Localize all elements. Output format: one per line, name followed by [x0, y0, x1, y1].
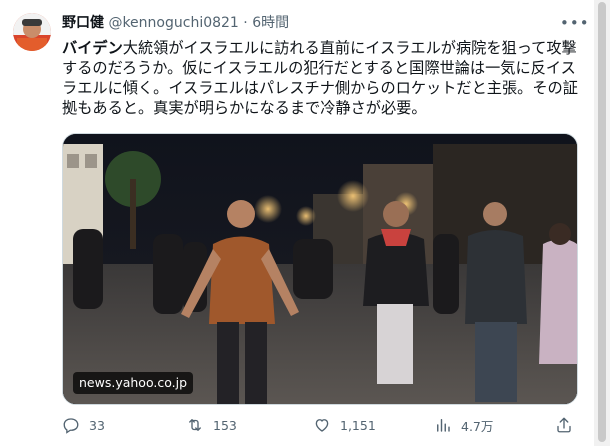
action-bar: 33 153 1,151 4.7万	[62, 414, 578, 436]
reply-count: 33	[89, 417, 105, 433]
media-photo	[63, 134, 577, 404]
retweet-button[interactable]: 153	[186, 414, 237, 436]
views-button[interactable]: 4.7万	[434, 414, 493, 436]
more-icon[interactable]: •••	[560, 13, 589, 33]
scrollbar[interactable]	[594, 0, 610, 446]
tweet-text: バイデン大統領がイスラエルに訪れる直前にイスラエルが病院を狙って攻撃するのだろう…	[62, 38, 578, 118]
tweet-media[interactable]: news.yahoo.co.jp	[62, 133, 578, 405]
retweet-icon	[189, 419, 201, 431]
like-button[interactable]: 1,151	[313, 414, 376, 436]
author-handle[interactable]: @kennoguchi0821	[108, 15, 238, 31]
like-count: 1,151	[340, 417, 376, 433]
scrollbar-thumb[interactable]	[598, 2, 606, 442]
share-button[interactable]	[555, 414, 582, 436]
views-count: 4.7万	[461, 418, 494, 434]
tweet-text-body: 大統領がイスラエルに訪れる直前にイスラエルが病院を狙って攻撃するのだろうか。仮に…	[62, 39, 578, 117]
reply-icon	[63, 418, 79, 434]
tweet-header: 野口健 @kennoguchi0821 · 6時間	[62, 14, 289, 32]
author-name[interactable]: 野口健	[62, 15, 104, 31]
separator: ·	[243, 15, 248, 31]
avatar[interactable]	[13, 13, 51, 51]
media-source-label[interactable]: news.yahoo.co.jp	[73, 372, 194, 394]
tweet-card[interactable]: 野口健 @kennoguchi0821 · 6時間 ••• バイデン大統領がイス…	[0, 0, 595, 446]
timestamp[interactable]: 6時間	[252, 15, 289, 31]
retweet-count: 153	[213, 417, 237, 433]
reply-button[interactable]: 33	[62, 414, 105, 436]
heart-icon	[315, 419, 329, 432]
views-icon	[437, 419, 450, 432]
share-icon	[557, 417, 571, 433]
tweet-text-bold: バイデン	[62, 39, 123, 57]
